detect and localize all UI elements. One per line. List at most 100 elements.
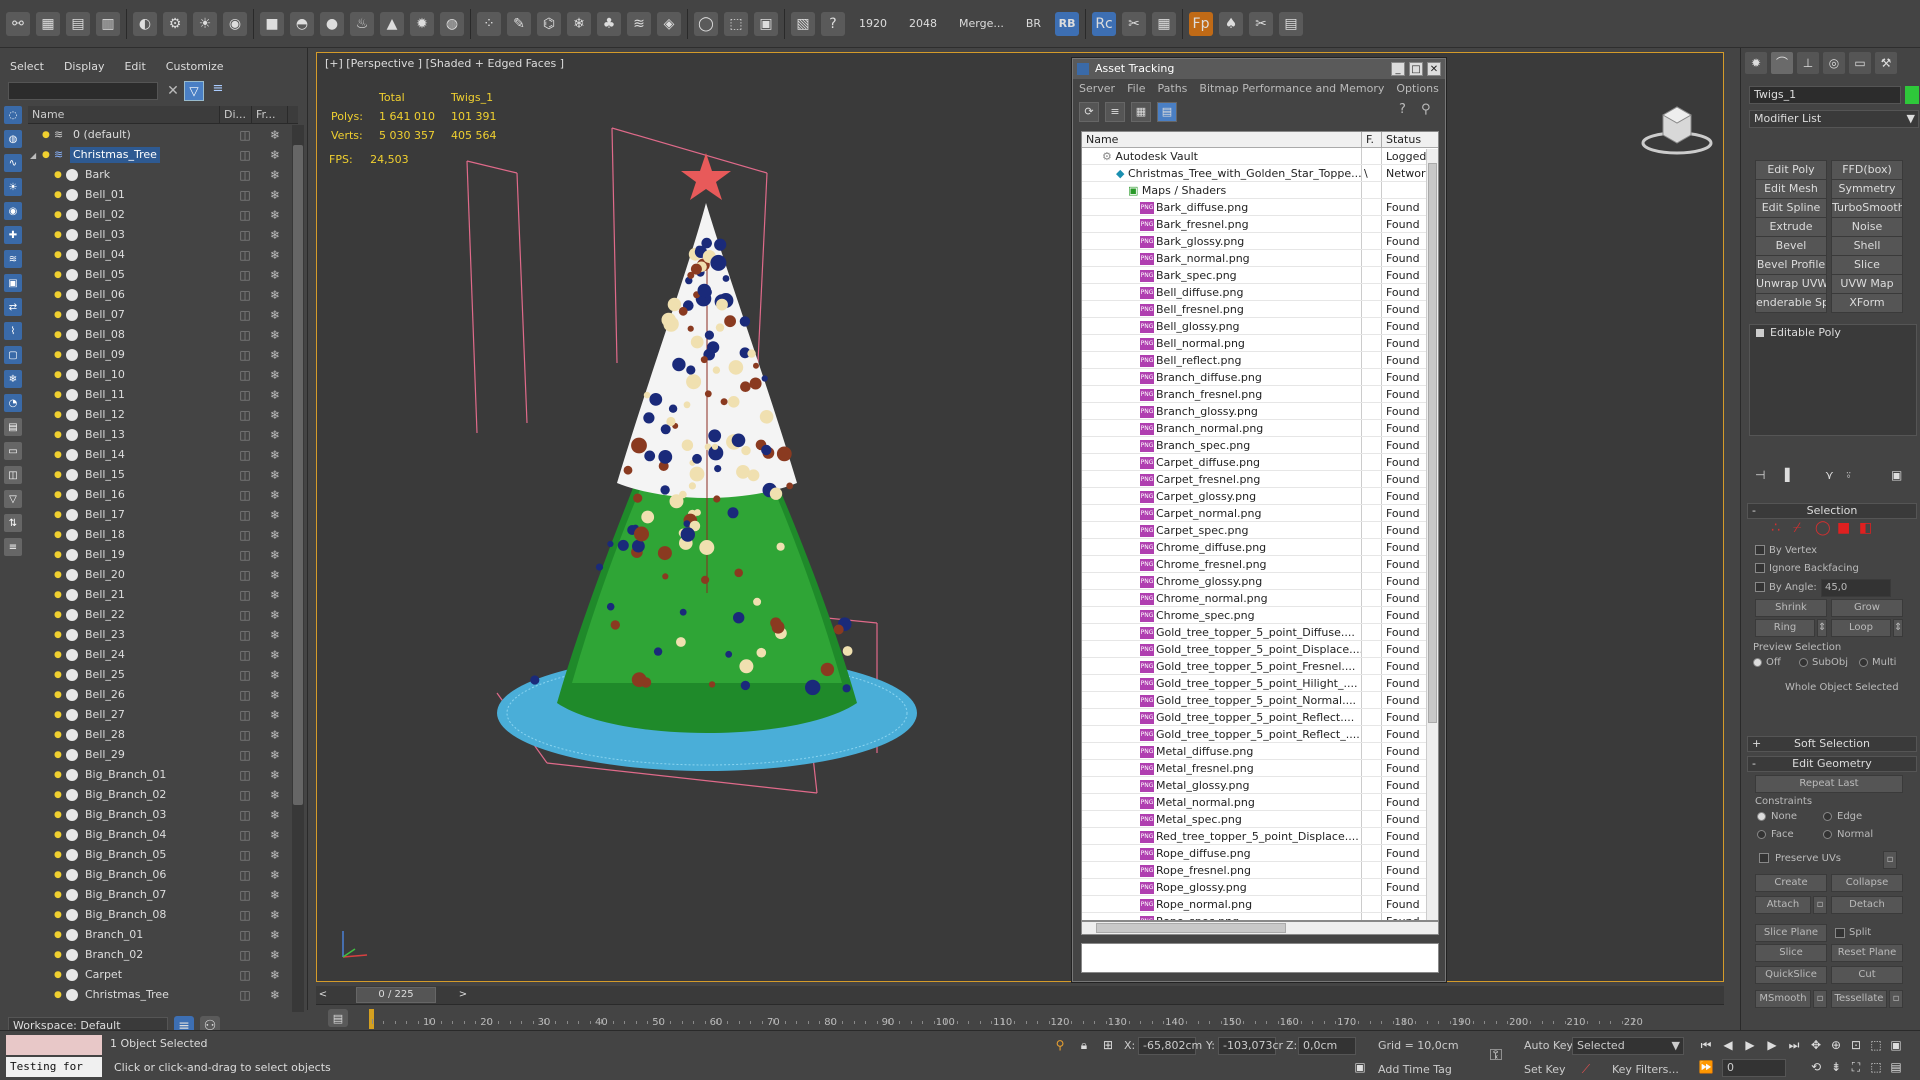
constraint-edge-radio[interactable]	[1823, 812, 1832, 821]
display-toggle-icon[interactable]: ◫	[238, 828, 252, 842]
set-key-button[interactable]: Set Key	[1524, 1063, 1566, 1076]
snowflake-icon[interactable]: ❄	[567, 11, 591, 36]
light-icon[interactable]: ☀	[193, 11, 217, 36]
scene-row[interactable]: ● Bell_21 ◫ ❄	[28, 585, 288, 605]
preview-off-radio[interactable]	[1753, 658, 1762, 667]
modifier-button-enderable-splir[interactable]: enderable Splir	[1755, 293, 1827, 313]
modifier-button-edit-poly[interactable]: Edit Poly	[1755, 160, 1827, 180]
asset-row[interactable]: PNG Bark_spec.png Found	[1082, 267, 1438, 284]
display-containers-icon[interactable]: ▢	[4, 346, 22, 364]
display-toggle-icon[interactable]: ◫	[238, 248, 252, 262]
light-bulb-icon[interactable]: ●	[54, 529, 64, 541]
cut-button[interactable]: Cut	[1831, 966, 1903, 984]
sphere-icon[interactable]: ●	[320, 11, 344, 36]
by-vertex-checkbox[interactable]	[1755, 545, 1765, 555]
scene-row[interactable]: ● Big_Branch_01 ◫ ❄	[28, 765, 288, 785]
viewcube-icon[interactable]	[1637, 93, 1717, 163]
display-toggle-icon[interactable]: ◫	[238, 148, 252, 162]
asset-row[interactable]: PNG Chrome_diffuse.png Found	[1082, 539, 1438, 556]
asset-row[interactable]: PNG Branch_diffuse.png Found	[1082, 369, 1438, 386]
scene-row[interactable]: ● Big_Branch_06 ◫ ❄	[28, 865, 288, 885]
hierarchy-icon[interactable]: ≡	[208, 81, 228, 101]
modifier-button-uvw-map[interactable]: UVW Map	[1831, 274, 1903, 294]
pin-stack-icon[interactable]: ⊣	[1755, 468, 1765, 482]
freeze-toggle-icon[interactable]: ❄	[268, 328, 282, 342]
merge-button[interactable]: Merge...	[951, 17, 1012, 30]
render-height[interactable]: 2048	[901, 17, 945, 30]
light-bulb-icon[interactable]: ●	[54, 169, 64, 181]
display-toggle-icon[interactable]: ◫	[238, 188, 252, 202]
display-toggle-icon[interactable]: ◫	[238, 608, 252, 622]
table-view-icon[interactable]: ▤	[1157, 102, 1177, 122]
scene-row[interactable]: ● Bell_26 ◫ ❄	[28, 685, 288, 705]
viewport-config-icon[interactable]: ▤	[1886, 1057, 1906, 1077]
br-button[interactable]: BR	[1018, 17, 1049, 30]
asset-row[interactable]: PNG Branch_fresnel.png Found	[1082, 386, 1438, 403]
modifier-button-edit-mesh[interactable]: Edit Mesh	[1755, 179, 1827, 199]
display-toggle-icon[interactable]: ◫	[238, 568, 252, 582]
scene-row[interactable]: ● Carpet ◫ ❄	[28, 965, 288, 985]
edge-mode-icon[interactable]: ⌿	[1793, 520, 1801, 536]
display-toggle-icon[interactable]: ◫	[238, 928, 252, 942]
scene-row[interactable]: ● Big_Branch_02 ◫ ❄	[28, 785, 288, 805]
display-geometry-icon[interactable]: ◍	[4, 130, 22, 148]
scene-row[interactable]: ● Bell_20 ◫ ❄	[28, 565, 288, 585]
zoom-icon[interactable]: ⊕	[1826, 1035, 1846, 1055]
light-bulb-icon[interactable]: ●	[54, 769, 64, 781]
freeze-toggle-icon[interactable]: ❄	[268, 528, 282, 542]
clear-find-icon[interactable]: ✕	[164, 82, 182, 100]
asset-row[interactable]: PNG Gold_tree_topper_5_point_Normal.... Fo…	[1082, 692, 1438, 709]
light-bulb-icon[interactable]: ●	[54, 549, 64, 561]
display-toggle-icon[interactable]: ◫	[238, 708, 252, 722]
modifier-button-slice[interactable]: Slice	[1831, 255, 1903, 275]
freeze-toggle-icon[interactable]: ❄	[268, 688, 282, 702]
maximize-button[interactable]: □	[1409, 62, 1423, 76]
display-toggle-icon[interactable]: ◫	[238, 548, 252, 562]
scene-row[interactable]: ● Bell_18 ◫ ❄	[28, 525, 288, 545]
split-checkbox[interactable]	[1835, 928, 1845, 938]
light-bulb-icon[interactable]: ●	[54, 329, 64, 341]
asset-row[interactable]: PNG Chrome_fresnel.png Found	[1082, 556, 1438, 573]
column-display[interactable]: Di...	[220, 106, 252, 123]
light-bulb-icon[interactable]: ●	[54, 669, 64, 681]
column-name[interactable]: Name	[1082, 132, 1362, 147]
asset-row[interactable]: PNG Metal_glossy.png Found	[1082, 777, 1438, 794]
border-mode-icon[interactable]: ◯	[1815, 520, 1831, 536]
asset-row[interactable]: PNG Metal_diffuse.png Found	[1082, 743, 1438, 760]
menu-customize[interactable]: Customize	[156, 56, 234, 76]
asset-row[interactable]: PNG Bark_fresnel.png Found	[1082, 216, 1438, 233]
hierarchy-tab-icon[interactable]: ⊥	[1797, 52, 1819, 74]
scene-row[interactable]: ● ≋ 0 (default) ◫ ❄	[28, 125, 288, 145]
pin-icon[interactable]: ⚲	[1421, 102, 1439, 120]
display-toggle-icon[interactable]: ◫	[238, 588, 252, 602]
modifier-button-xform[interactable]: XForm	[1831, 293, 1903, 313]
perspective-viewport[interactable]: [+] [Perspective ] [Shaded + Edged Faces…	[316, 52, 1724, 982]
scene-row[interactable]: ● Bell_13 ◫ ❄	[28, 425, 288, 445]
asset-row[interactable]: PNG Bark_diffuse.png Found	[1082, 199, 1438, 216]
freeze-toggle-icon[interactable]: ❄	[268, 828, 282, 842]
time-slider-knob[interactable]: 0 / 225	[356, 987, 436, 1003]
light-bulb-icon[interactable]: ●	[54, 589, 64, 601]
display-helpers-icon[interactable]: ✚	[4, 226, 22, 244]
column-name[interactable]: Name	[28, 106, 220, 123]
display-none-all-icon[interactable]: ▭	[4, 442, 22, 460]
asset-row[interactable]: PNG Bell_normal.png Found	[1082, 335, 1438, 352]
quickslice-button[interactable]: QuickSlice	[1755, 966, 1827, 984]
msmooth-settings-button[interactable]: ▫	[1813, 990, 1827, 1008]
display-toggle-icon[interactable]: ◫	[238, 528, 252, 542]
expand-triangle-icon[interactable]: ◢	[30, 151, 36, 160]
close-button[interactable]: ✕	[1427, 62, 1441, 76]
tessellate-button[interactable]: Tessellate	[1831, 990, 1887, 1008]
slice-plane-button[interactable]: Slice Plane	[1755, 924, 1827, 942]
pan-view-icon[interactable]: ✥	[1806, 1035, 1826, 1055]
display-toggle-icon[interactable]: ◫	[238, 648, 252, 662]
box-icon[interactable]: ■	[260, 11, 284, 36]
attach-settings-button[interactable]: ▫	[1813, 896, 1827, 914]
freeze-toggle-icon[interactable]: ❄	[268, 868, 282, 882]
display-toggle-icon[interactable]: ◫	[238, 808, 252, 822]
light-bulb-icon[interactable]: ●	[54, 249, 64, 261]
light-bulb-icon[interactable]: ●	[54, 229, 64, 241]
freeze-toggle-icon[interactable]: ❄	[268, 948, 282, 962]
display-toggle-icon[interactable]: ◫	[238, 848, 252, 862]
go-to-end-icon[interactable]: ⏭	[1784, 1035, 1804, 1055]
